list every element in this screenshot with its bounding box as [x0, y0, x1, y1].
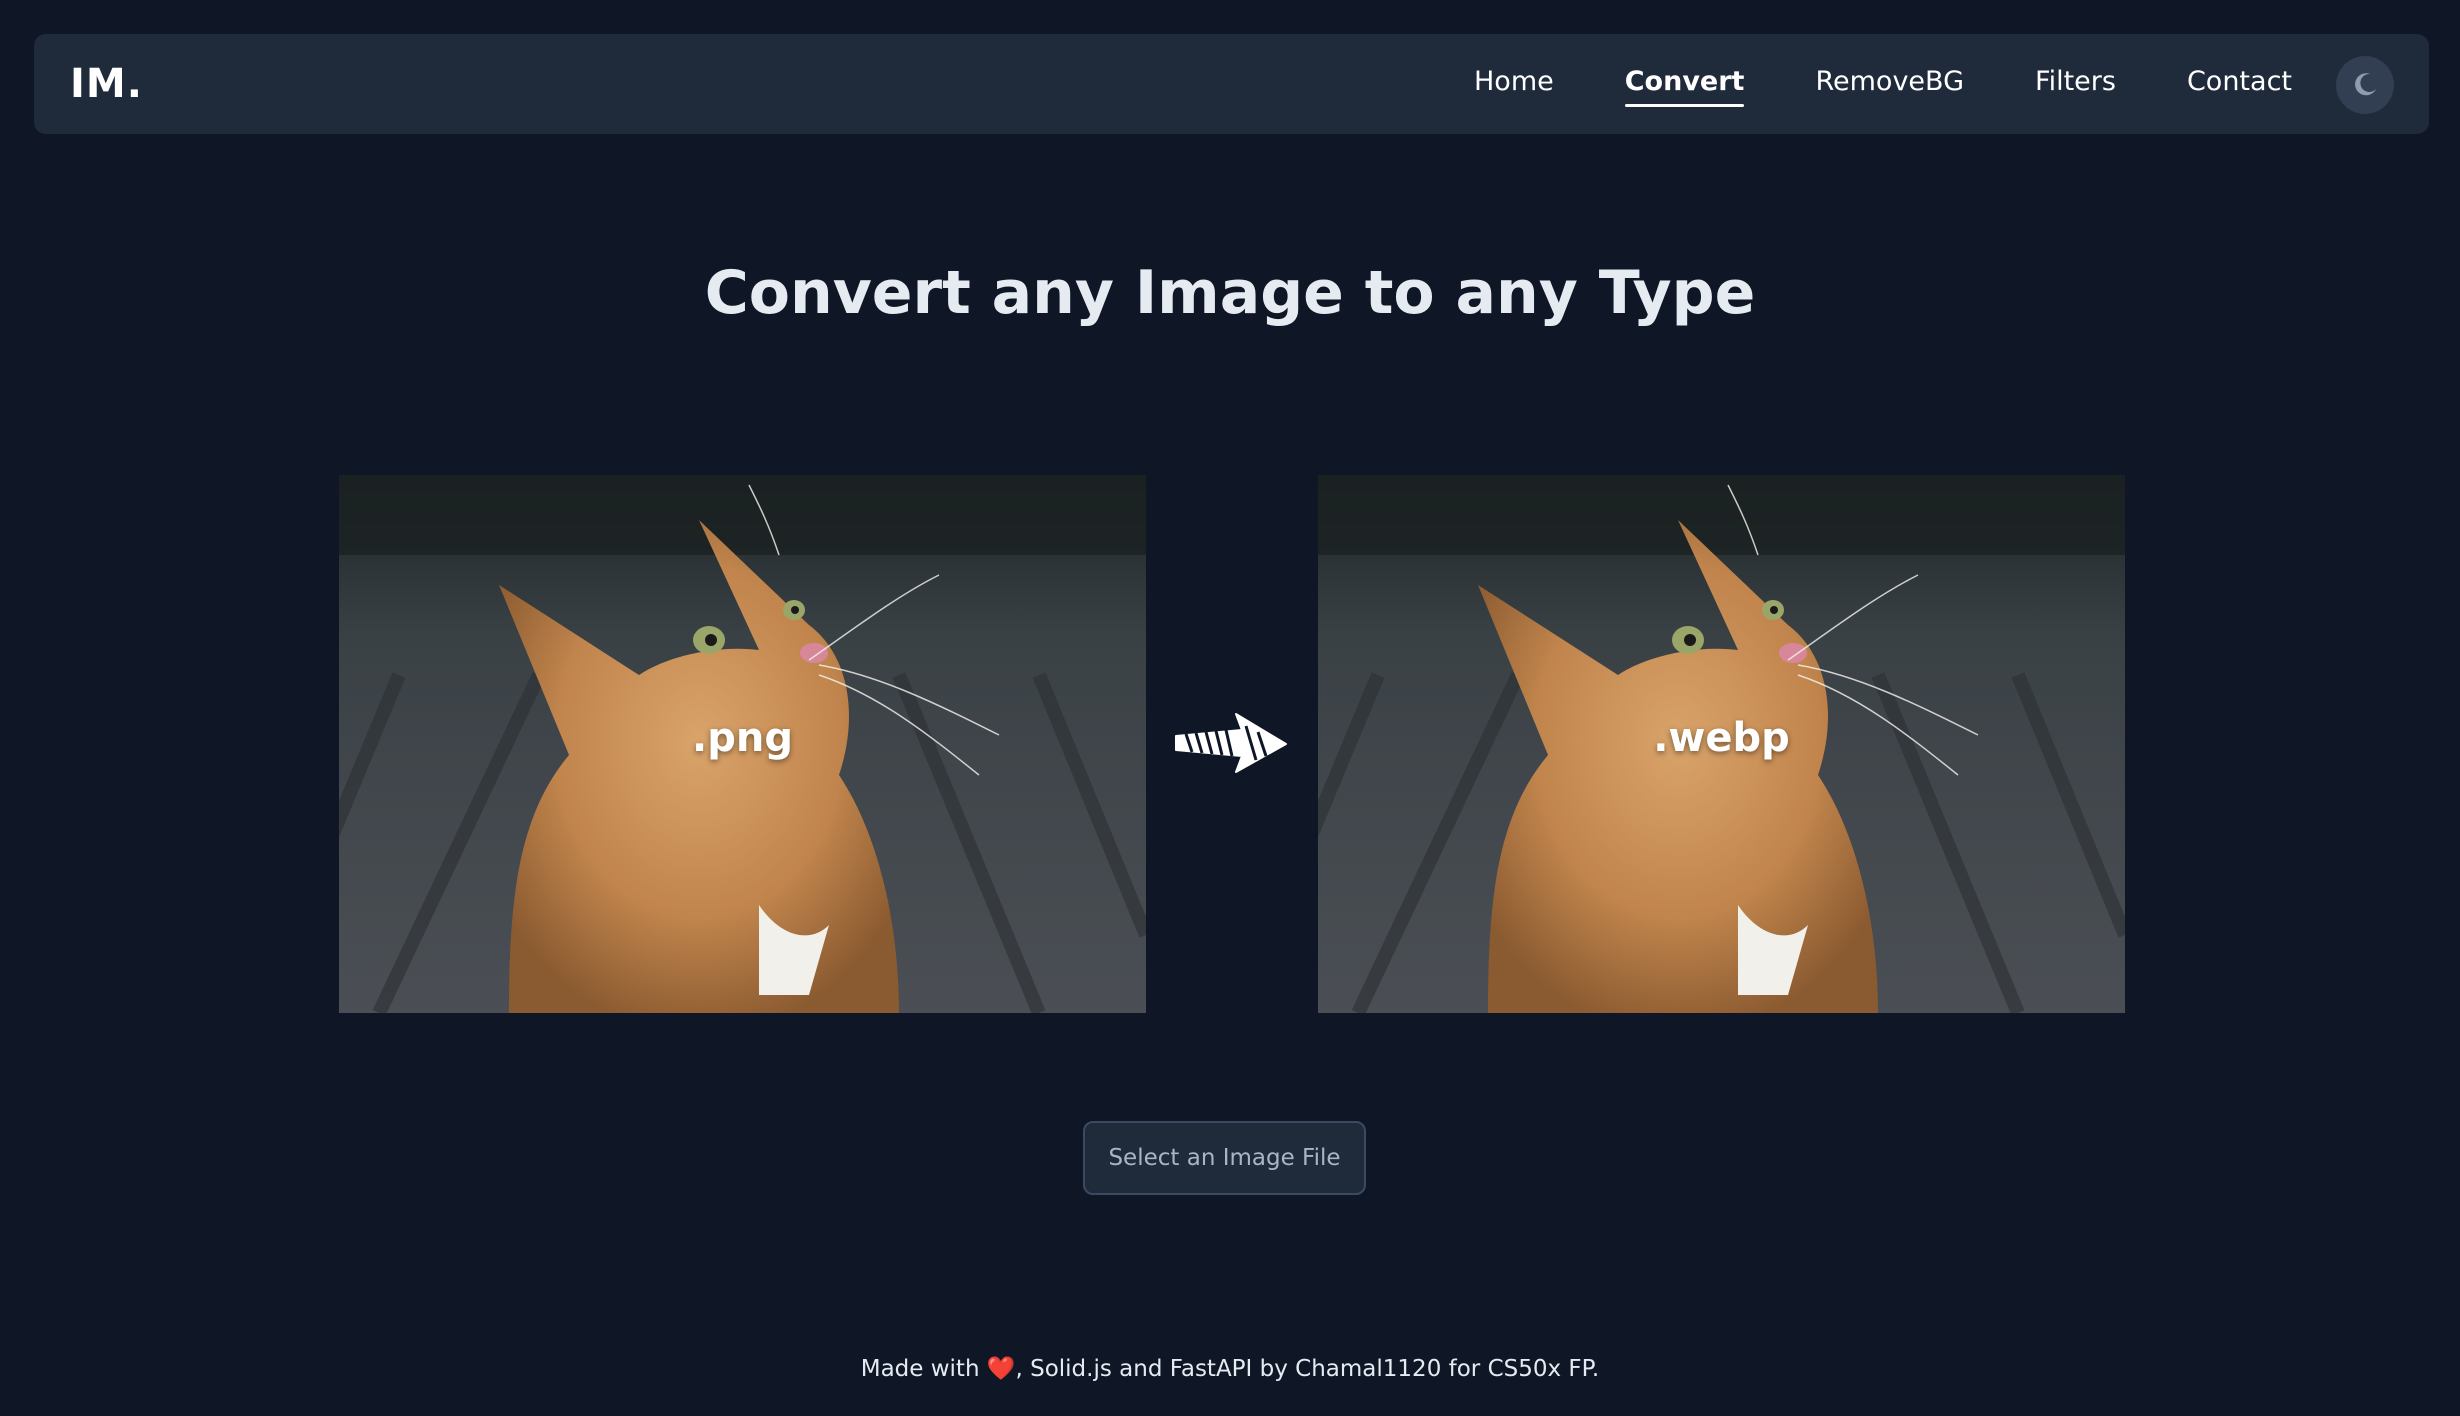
target-image: .webp [1318, 475, 2125, 1013]
logo[interactable]: IM. [70, 34, 143, 134]
target-format-label: .webp [1653, 715, 1790, 761]
nav-link-removebg[interactable]: RemoveBG [1815, 68, 1964, 101]
footer: Made with ❤️, Solid.js and FastAPI by Ch… [0, 1355, 2460, 1382]
nav-link-home[interactable]: Home [1474, 68, 1554, 101]
arrow-right-icon [1175, 713, 1287, 773]
moon-icon [2355, 73, 2376, 96]
source-format-label: .png [692, 715, 793, 761]
footer-prefix: Made with [860, 1356, 980, 1382]
nav-link-filters[interactable]: Filters [2035, 68, 2116, 101]
heart-icon: ❤️ [986, 1356, 1016, 1382]
select-image-button[interactable]: Select an Image File [1083, 1121, 1366, 1195]
page-title: Convert any Image to any Type [704, 258, 1756, 328]
page: IM. Home Convert RemoveBG Filters Contac… [0, 0, 2460, 1416]
nav-link-contact[interactable]: Contact [2187, 68, 2292, 101]
footer-suffix: , Solid.js and FastAPI by Chamal1120 for… [1015, 1356, 1600, 1382]
nav-links: Home Convert RemoveBG Filters Contact [1474, 34, 2363, 134]
nav-link-convert[interactable]: Convert [1624, 68, 1744, 107]
navbar: IM. Home Convert RemoveBG Filters Contac… [34, 34, 2429, 134]
source-image: .png [339, 475, 1146, 1013]
theme-toggle-button[interactable] [2336, 56, 2394, 114]
